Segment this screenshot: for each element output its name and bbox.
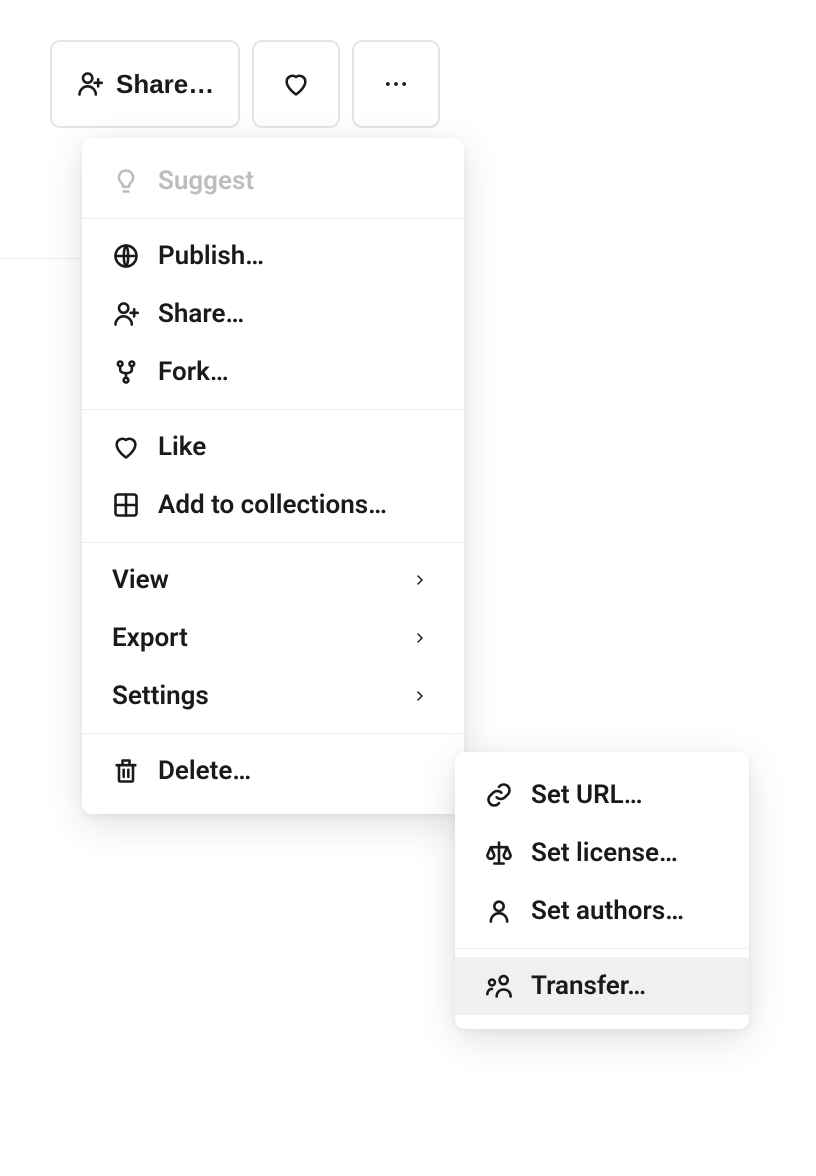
- heart-icon: [112, 433, 140, 461]
- page-divider: [0, 258, 82, 259]
- menu-item-delete[interactable]: Delete…: [82, 742, 464, 800]
- globe-icon: [112, 242, 140, 270]
- menu-item-publish[interactable]: Publish…: [82, 227, 464, 285]
- menu-item-export[interactable]: Export: [82, 609, 464, 667]
- menu-item-add-to-collections[interactable]: Add to collections…: [82, 476, 464, 534]
- menu-item-label: Publish…: [158, 241, 264, 271]
- grid-icon: [112, 491, 140, 519]
- submenu-item-label: Transfer…: [531, 971, 646, 1001]
- menu-item-fork[interactable]: Fork…: [82, 343, 464, 401]
- submenu-item-set-license[interactable]: Set license…: [455, 824, 749, 882]
- link-icon: [485, 781, 513, 809]
- menu-item-suggest: Suggest: [82, 152, 464, 210]
- chevron-right-icon: [406, 566, 434, 594]
- submenu-item-label: Set authors…: [531, 896, 684, 926]
- like-button[interactable]: [252, 40, 340, 128]
- toolbar: Share…: [0, 0, 816, 128]
- person-plus-icon: [112, 300, 140, 328]
- more-button[interactable]: [352, 40, 440, 128]
- submenu-item-label: Set license…: [531, 838, 678, 868]
- lightbulb-icon: [112, 167, 140, 195]
- menu-item-label: Like: [158, 432, 206, 462]
- menu-item-label: Delete…: [158, 756, 251, 786]
- menu-item-share[interactable]: Share…: [82, 285, 464, 343]
- submenu-item-transfer[interactable]: Transfer…: [455, 957, 749, 1015]
- menu-item-view[interactable]: View: [82, 551, 464, 609]
- share-button-label: Share…: [116, 69, 214, 100]
- submenu-item-set-authors[interactable]: Set authors…: [455, 882, 749, 940]
- menu-item-label: Settings: [112, 681, 209, 711]
- action-dropdown: Suggest Publish… Share… Fork… Li: [82, 138, 464, 814]
- heart-icon: [282, 70, 310, 98]
- chevron-right-icon: [406, 682, 434, 710]
- submenu-item-set-url[interactable]: Set URL…: [455, 766, 749, 824]
- fork-icon: [112, 358, 140, 386]
- share-button[interactable]: Share…: [50, 40, 240, 128]
- menu-item-label: Share…: [158, 299, 244, 329]
- person-icon: [485, 897, 513, 925]
- people-icon: [485, 972, 513, 1000]
- trash-icon: [112, 757, 140, 785]
- scale-icon: [485, 839, 513, 867]
- person-plus-icon: [76, 70, 104, 98]
- menu-item-label: View: [112, 565, 169, 595]
- menu-item-label: Suggest: [158, 166, 254, 196]
- menu-item-label: Add to collections…: [158, 490, 387, 520]
- more-horizontal-icon: [382, 70, 410, 98]
- menu-item-like[interactable]: Like: [82, 418, 464, 476]
- menu-item-label: Fork…: [158, 357, 229, 387]
- submenu-item-label: Set URL…: [531, 780, 643, 810]
- menu-item-label: Export: [112, 623, 188, 653]
- menu-item-settings[interactable]: Settings: [82, 667, 464, 725]
- chevron-right-icon: [406, 624, 434, 652]
- settings-submenu: Set URL… Set license… Set authors… Trans…: [455, 752, 749, 1029]
